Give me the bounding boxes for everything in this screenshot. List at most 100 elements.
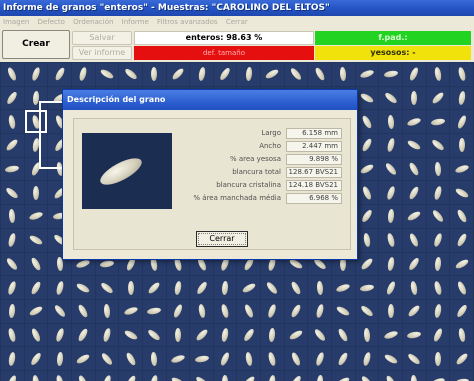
grain-thumbnail[interactable] xyxy=(1,110,24,134)
grain-thumbnail[interactable] xyxy=(95,63,119,86)
close-dialog-button[interactable]: Cerrar xyxy=(196,231,248,247)
grain-thumbnail[interactable] xyxy=(166,276,190,299)
grain-thumbnail[interactable] xyxy=(24,276,48,299)
grain-thumbnail[interactable] xyxy=(332,347,355,370)
grain-thumbnail[interactable] xyxy=(24,110,48,134)
grain-thumbnail[interactable] xyxy=(284,276,308,299)
grain-thumbnail[interactable] xyxy=(1,252,24,276)
grain-thumbnail[interactable] xyxy=(1,323,24,347)
grain-thumbnail[interactable] xyxy=(24,323,48,347)
grain-thumbnail[interactable] xyxy=(213,370,237,381)
grain-thumbnail[interactable] xyxy=(24,63,48,86)
grain-thumbnail[interactable] xyxy=(355,181,379,205)
grain-thumbnail[interactable] xyxy=(403,299,426,323)
grain-thumbnail[interactable] xyxy=(426,181,450,205)
grain-thumbnail[interactable] xyxy=(379,205,403,228)
grain-thumbnail[interactable] xyxy=(426,252,450,276)
grain-thumbnail[interactable] xyxy=(284,299,308,323)
grain-thumbnail[interactable] xyxy=(1,63,24,86)
grain-thumbnail[interactable] xyxy=(403,205,426,228)
grain-thumbnail[interactable] xyxy=(48,63,71,86)
grain-thumbnail[interactable] xyxy=(1,228,24,252)
grain-thumbnail[interactable] xyxy=(426,370,450,381)
grain-thumbnail[interactable] xyxy=(166,370,190,381)
grain-thumbnail[interactable] xyxy=(426,86,450,110)
grain-thumbnail[interactable] xyxy=(95,276,119,299)
grain-thumbnail[interactable] xyxy=(450,181,473,205)
grain-thumbnail[interactable] xyxy=(1,347,24,370)
grain-thumbnail[interactable] xyxy=(213,323,237,347)
grain-thumbnail[interactable] xyxy=(24,347,48,370)
grain-thumbnail[interactable] xyxy=(355,63,379,86)
grain-thumbnail[interactable] xyxy=(48,323,71,347)
grain-thumbnail[interactable] xyxy=(190,323,213,347)
grain-thumbnail[interactable] xyxy=(426,299,450,323)
grain-thumbnail[interactable] xyxy=(426,157,450,181)
grain-thumbnail[interactable] xyxy=(1,299,24,323)
grain-thumbnail[interactable] xyxy=(426,228,450,252)
menu-item-filtros[interactable]: Filtros avanzados xyxy=(157,18,218,26)
grain-thumbnail[interactable] xyxy=(166,299,190,323)
grain-thumbnail[interactable] xyxy=(142,323,166,347)
grain-thumbnail[interactable] xyxy=(142,347,166,370)
grain-thumbnail[interactable] xyxy=(379,299,403,323)
grain-thumbnail[interactable] xyxy=(379,63,403,86)
grain-thumbnail[interactable] xyxy=(237,347,261,370)
grain-thumbnail[interactable] xyxy=(379,110,403,134)
grain-thumbnail[interactable] xyxy=(95,370,119,381)
grain-thumbnail[interactable] xyxy=(403,63,426,86)
grain-thumbnail[interactable] xyxy=(24,299,48,323)
grain-thumbnail[interactable] xyxy=(379,134,403,157)
grain-thumbnail[interactable] xyxy=(190,299,213,323)
grain-thumbnail[interactable] xyxy=(261,63,284,86)
grain-thumbnail[interactable] xyxy=(1,181,24,205)
grain-thumbnail[interactable] xyxy=(308,63,332,86)
grain-thumbnail[interactable] xyxy=(24,252,48,276)
grain-thumbnail[interactable] xyxy=(403,134,426,157)
menu-item-defecto[interactable]: Defecto xyxy=(38,18,65,26)
grain-thumbnail[interactable] xyxy=(213,347,237,370)
grain-thumbnail[interactable] xyxy=(48,347,71,370)
grain-thumbnail[interactable] xyxy=(1,157,24,181)
grain-thumbnail[interactable] xyxy=(237,63,261,86)
grain-thumbnail[interactable] xyxy=(142,63,166,86)
grain-thumbnail[interactable] xyxy=(166,63,190,86)
grain-thumbnail[interactable] xyxy=(450,370,473,381)
grain-thumbnail[interactable] xyxy=(261,370,284,381)
grain-thumbnail[interactable] xyxy=(450,110,473,134)
grain-thumbnail[interactable] xyxy=(71,347,95,370)
grain-thumbnail[interactable] xyxy=(48,299,71,323)
grain-thumbnail[interactable] xyxy=(450,276,473,299)
grain-thumbnail[interactable] xyxy=(190,63,213,86)
grain-thumbnail[interactable] xyxy=(355,134,379,157)
grain-thumbnail[interactable] xyxy=(24,181,48,205)
grain-thumbnail[interactable] xyxy=(308,347,332,370)
grain-thumbnail[interactable] xyxy=(450,323,473,347)
grain-thumbnail[interactable] xyxy=(308,370,332,381)
grain-thumbnail[interactable] xyxy=(48,370,71,381)
grain-thumbnail[interactable] xyxy=(95,299,119,323)
grain-thumbnail[interactable] xyxy=(261,347,284,370)
grain-thumbnail[interactable] xyxy=(261,276,284,299)
menu-item-imagen[interactable]: Imagen xyxy=(3,18,29,26)
grain-thumbnail[interactable] xyxy=(450,86,473,110)
grain-thumbnail[interactable] xyxy=(71,63,95,86)
grain-thumbnail[interactable] xyxy=(403,276,426,299)
grain-thumbnail[interactable] xyxy=(213,63,237,86)
grain-thumbnail[interactable] xyxy=(284,370,308,381)
grain-thumbnail[interactable] xyxy=(1,370,24,381)
grain-thumbnail[interactable] xyxy=(379,228,403,252)
grain-thumbnail[interactable] xyxy=(379,370,403,381)
grain-thumbnail[interactable] xyxy=(355,86,379,110)
grain-thumbnail[interactable] xyxy=(24,370,48,381)
grain-thumbnail[interactable] xyxy=(450,299,473,323)
grain-thumbnail[interactable] xyxy=(450,228,473,252)
grain-thumbnail[interactable] xyxy=(308,276,332,299)
grain-thumbnail[interactable] xyxy=(308,299,332,323)
grain-thumbnail[interactable] xyxy=(71,370,95,381)
save-report-button[interactable]: Salvar informe xyxy=(72,31,132,54)
grain-thumbnail[interactable] xyxy=(142,276,166,299)
grain-thumbnail[interactable] xyxy=(190,276,213,299)
grain-thumbnail[interactable] xyxy=(190,370,213,381)
grain-thumbnail[interactable] xyxy=(355,370,379,381)
